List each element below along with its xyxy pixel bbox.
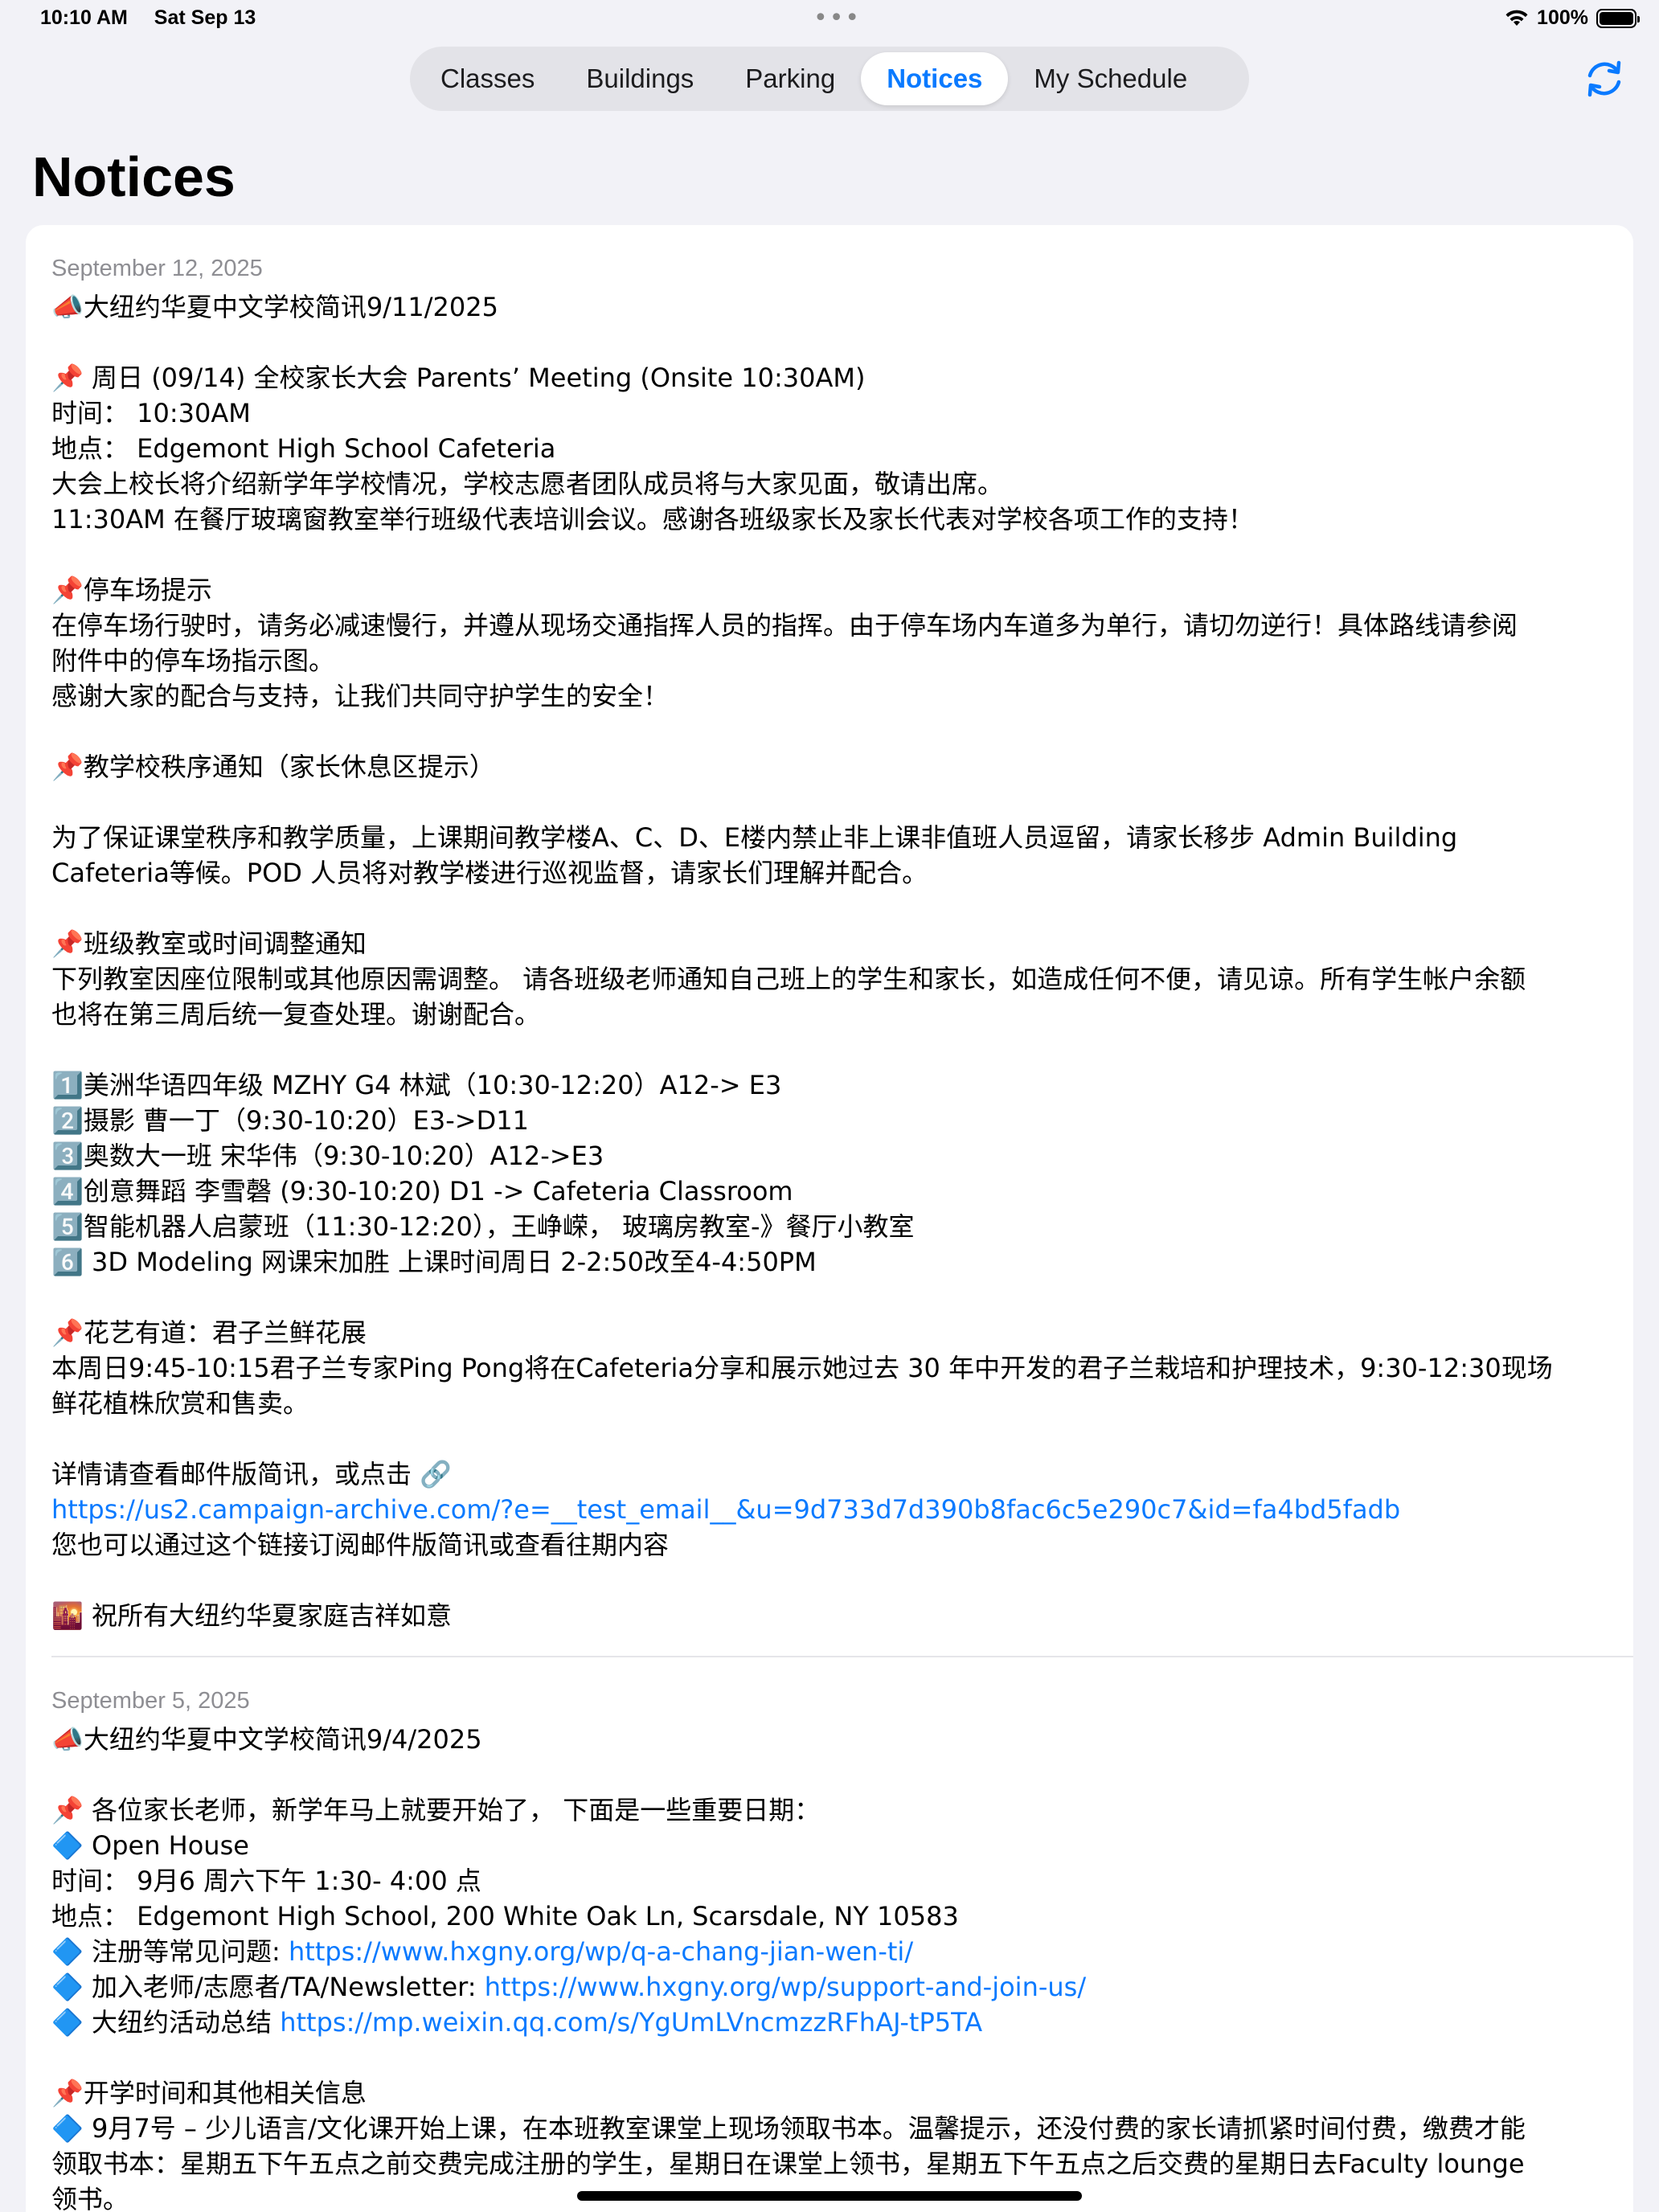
notice-line: 📣大纽约华夏中文学校简讯9/11/2025 (51, 292, 498, 322)
notice-date: September 5, 2025 (51, 1688, 250, 1714)
notice-line: 5️⃣智能机器人启蒙班（11:30-12:20），王峥嵘， 玻璃房教室-》餐厅小… (51, 1211, 915, 1242)
notice-line (51, 714, 1608, 749)
tab-buildings[interactable]: Buildings (560, 52, 719, 105)
notice-line: 在停车场行驶时，请务必减速慢行，并遵从现场交通指挥人员的指挥。由于停车场内车道多… (51, 610, 1518, 641)
notice-line (51, 1757, 1608, 1792)
notice-line: 下列教室因座位限制或其他原因需调整。 请各班级老师通知自己班上的学生和家长，如造… (51, 964, 1526, 994)
notice-line (51, 537, 1608, 572)
notice-line: 感谢大家的配合与支持，让我们共同守护学生的安全！ (51, 681, 670, 711)
notice-line: 11:30AM 在餐厅玻璃窗教室举行班级代表培训会议。感谢各班级家长及家长代表对… (51, 504, 1254, 535)
notice-link[interactable]: https://mp.weixin.qq.com/s/YgUmLVncmzzRF… (280, 2007, 982, 2038)
status-bar: 10:10 AM Sat Sep 13 ••• 100% (0, 0, 1659, 40)
notice-line: 本周日9:45-10:15君子兰专家Ping Pong将在Cafeteria分享… (51, 1353, 1553, 1383)
notice-line: 地点： Edgemont High School, 200 White Oak … (51, 1901, 959, 1931)
notice-link[interactable]: https://www.hxgny.org/wp/q-a-chang-jian-… (289, 1936, 913, 1967)
page-title: Notices (32, 145, 236, 208)
battery-icon (1596, 8, 1640, 28)
notice-line: 详情请查看邮件版简讯，或点击 🔗 (51, 1459, 453, 1489)
notice-line: 大会上校长将介绍新学年学校情况，学校志愿者团队成员将与大家见面，敬请出席。 (51, 469, 1004, 499)
tab-classes[interactable]: Classes (415, 52, 560, 105)
notices-list[interactable]: September 12, 2025 📣大纽约华夏中文学校简讯9/11/2025 📌… (26, 225, 1633, 2212)
notice-line: 时间： 9月6 周六下午 1:30- 4:00 点 (51, 1866, 481, 1896)
tab-my-schedule[interactable]: My Schedule (1008, 52, 1213, 105)
notice-line: 📣大纽约华夏中文学校简讯9/4/2025 (51, 1724, 482, 1755)
notice-link[interactable]: https://www.hxgny.org/wp/support-and-joi… (485, 1972, 1086, 2002)
notice-line: 附件中的停车场指示图。 (51, 645, 335, 676)
notice-line: 📌教学校秩序通知（家长休息区提示） (51, 752, 495, 782)
notice-line (51, 2040, 1608, 2075)
notice-date: September 12, 2025 (51, 256, 263, 281)
notice-line (51, 1280, 1608, 1315)
notice-line: 📌 各位家长老师，新学年马上就要开始了， 下面是一些重要日期： (51, 1795, 821, 1825)
notice-line: 🌇 祝所有大纽约华夏家庭吉祥如意 (51, 1600, 453, 1631)
notice-line: 🔷 注册等常见问题: https://www.hxgny.org/wp/q-a-… (51, 1936, 914, 1967)
notice-line (51, 325, 1608, 360)
notice-line: 📌花艺有道：君子兰鲜花展 (51, 1317, 367, 1348)
battery-percent: 100% (1537, 6, 1588, 29)
notice-line (51, 784, 1608, 820)
notice-line: 鲜花植株欣赏和售卖。 (51, 1388, 309, 1419)
notice-line: 🔷 加入老师/志愿者/TA/Newsletter: https://www.hx… (51, 1972, 1087, 2002)
section-tabs: Classes Buildings Parking Notices My Sch… (410, 47, 1249, 111)
tab-notices[interactable]: Notices (861, 52, 1009, 105)
notice-line: 🔷 Open House (51, 1830, 249, 1861)
notice-line: 🔷 大纽约活动总结 https://mp.weixin.qq.com/s/YgU… (51, 2007, 983, 2038)
notice-item: September 12, 2025 📣大纽约华夏中文学校简讯9/11/2025 📌… (26, 225, 1633, 1633)
status-indicators: 100% (1505, 6, 1640, 30)
notice-line (51, 1421, 1608, 1456)
notice-line: 时间： 10:30AM (51, 398, 251, 428)
multitasking-dots[interactable]: ••• (813, 6, 861, 31)
notice-line: 为了保证课堂秩序和教学质量，上课期间教学楼A、C、D、E楼内禁止非上课非值班人员… (51, 822, 1458, 853)
notice-line: 📌停车场提示 (51, 575, 212, 605)
notice-line (51, 1032, 1608, 1067)
notice-link[interactable]: https://us2.campaign-archive.com/?e=__te… (51, 1492, 1608, 1527)
notice-line (51, 1563, 1608, 1598)
notice-line: 📌开学时间和其他相关信息 (51, 2078, 367, 2108)
wifi-icon (1505, 10, 1528, 26)
notice-line: 3️⃣奥数大一班 宋华伟（9:30-10:20）A12->E3 (51, 1141, 604, 1171)
status-time-date: 10:10 AM Sat Sep 13 (40, 6, 276, 30)
notice-line: 📌班级教室或时间调整通知 (51, 928, 367, 959)
notice-line (51, 891, 1608, 926)
notice-line: 您也可以通过这个链接订阅邮件版简讯或查看往期内容 (51, 1530, 670, 1560)
tab-parking[interactable]: Parking (719, 52, 861, 105)
status-date: Sat Sep 13 (154, 6, 256, 29)
notice-line: Cafeteria等候。POD 人员将对教学楼进行巡视监督，请家长们理解并配合。 (51, 858, 928, 888)
notice-line: 6️⃣ 3D Modeling 网课宋加胜 上课时间周日 2-2:50改至4-4… (51, 1247, 817, 1277)
notice-line: 也将在第三周后统一复查处理。谢谢配合。 (51, 999, 541, 1030)
notice-line: 📌 周日 (09/14) 全校家长大会 Parents’ Meeting (On… (51, 363, 866, 393)
notice-line: 2️⃣摄影 曹一丁（9:30-10:20）E3->D11 (51, 1105, 529, 1136)
notice-line: 4️⃣创意舞蹈 李雪磬 (9:30-10:20) D1 -> Cafeteria… (51, 1176, 793, 1206)
notice-line: 🔷 9月7号 – 少儿语言/文化课开始上课，在本班教室课堂上现场领取书本。温馨提… (51, 2113, 1526, 2144)
notice-item: September 5, 2025 📣大纽约华夏中文学校简讯9/4/2025 📌 各… (26, 1657, 1633, 2212)
notice-line: 领取书本：星期五下午五点之前交费完成注册的学生，星期日在课堂上领书，星期五下午五… (51, 2149, 1525, 2179)
notice-line: 1️⃣美洲华语四年级 MZHY G4 林斌（10:30-12:20）A12-> … (51, 1070, 782, 1100)
notice-line: 地点： Edgemont High School Cafeteria (51, 433, 556, 464)
status-time: 10:10 AM (40, 6, 128, 29)
home-indicator[interactable] (577, 2191, 1082, 2201)
refresh-icon[interactable] (1582, 56, 1627, 101)
